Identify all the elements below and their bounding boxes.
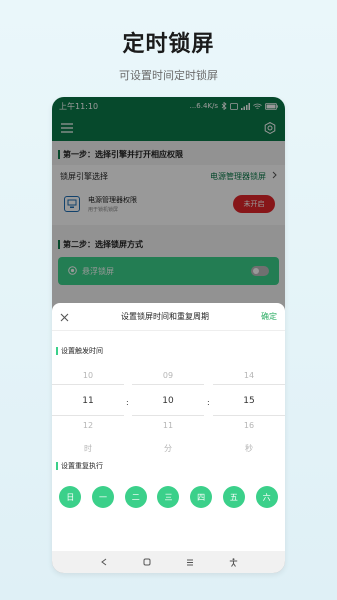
promo-subtitle: 可设置时间定时锁屏 [119,69,218,82]
hour-option: 12 [82,421,94,430]
sheet-header: 设置锁屏时间和重复周期 确定 [52,303,285,331]
day-friday[interactable]: 五 [222,486,245,508]
hour-unit: 时 [84,444,92,453]
close-icon[interactable] [60,307,69,326]
hour-option: 10 [82,371,94,380]
confirm-button[interactable]: 确定 [261,311,277,322]
trigger-section-title: 设置触发时间 [56,346,103,356]
home-icon[interactable] [140,555,154,569]
minute-unit: 分 [164,444,172,453]
wheel-divider [52,384,124,385]
wheel-divider [132,384,204,385]
day-saturday[interactable]: 六 [255,486,278,508]
repeat-section-label: 设置重复执行 [61,462,103,470]
hour-selected: 11 [82,396,94,406]
promo-title: 定时锁屏 [122,32,215,57]
wheel-divider [213,415,285,416]
section-bar [56,347,58,355]
hour-wheel[interactable]: 10 11 12 时 [52,371,124,457]
weekday-selector: 日 一 二 三 四 五 六 [52,486,285,508]
wheel-divider [52,415,124,416]
day-monday[interactable]: 一 [92,486,115,508]
system-nav-bar [52,551,285,573]
day-sunday[interactable]: 日 [59,486,82,508]
minute-option: 09 [162,371,174,380]
second-option: 16 [243,421,255,430]
time-separator: : [207,398,210,407]
trigger-section-label: 设置触发时间 [61,347,103,355]
back-icon[interactable] [97,555,111,569]
day-tuesday[interactable]: 二 [124,486,147,508]
time-sheet: 设置锁屏时间和重复周期 确定 设置触发时间 10 11 12 时 : 09 10 [52,303,285,551]
wheel-divider [132,415,204,416]
wheel-divider [213,384,285,385]
second-option: 14 [243,371,255,380]
second-unit: 秒 [245,444,253,453]
minute-option: 11 [162,421,174,430]
recents-icon[interactable] [183,555,197,569]
repeat-section-title: 设置重复执行 [56,461,103,471]
time-separator: : [126,398,129,407]
second-wheel[interactable]: 14 15 16 秒 [213,371,285,457]
minute-wheel[interactable]: 09 10 11 分 [132,371,204,457]
time-picker: 10 11 12 时 : 09 10 11 分 : 14 15 16 秒 [52,371,285,457]
sheet-title: 设置锁屏时间和重复周期 [121,312,209,321]
accessibility-icon[interactable] [226,555,240,569]
section-bar [56,462,58,470]
minute-selected: 10 [162,396,174,406]
phone-frame: 上午11:10 ...6.4K/s 第一步：选择引擎并打开相应权限 锁屏引擎选择… [52,97,285,573]
day-wednesday[interactable]: 三 [157,486,180,508]
second-selected: 15 [243,396,255,406]
day-thursday[interactable]: 四 [190,486,213,508]
